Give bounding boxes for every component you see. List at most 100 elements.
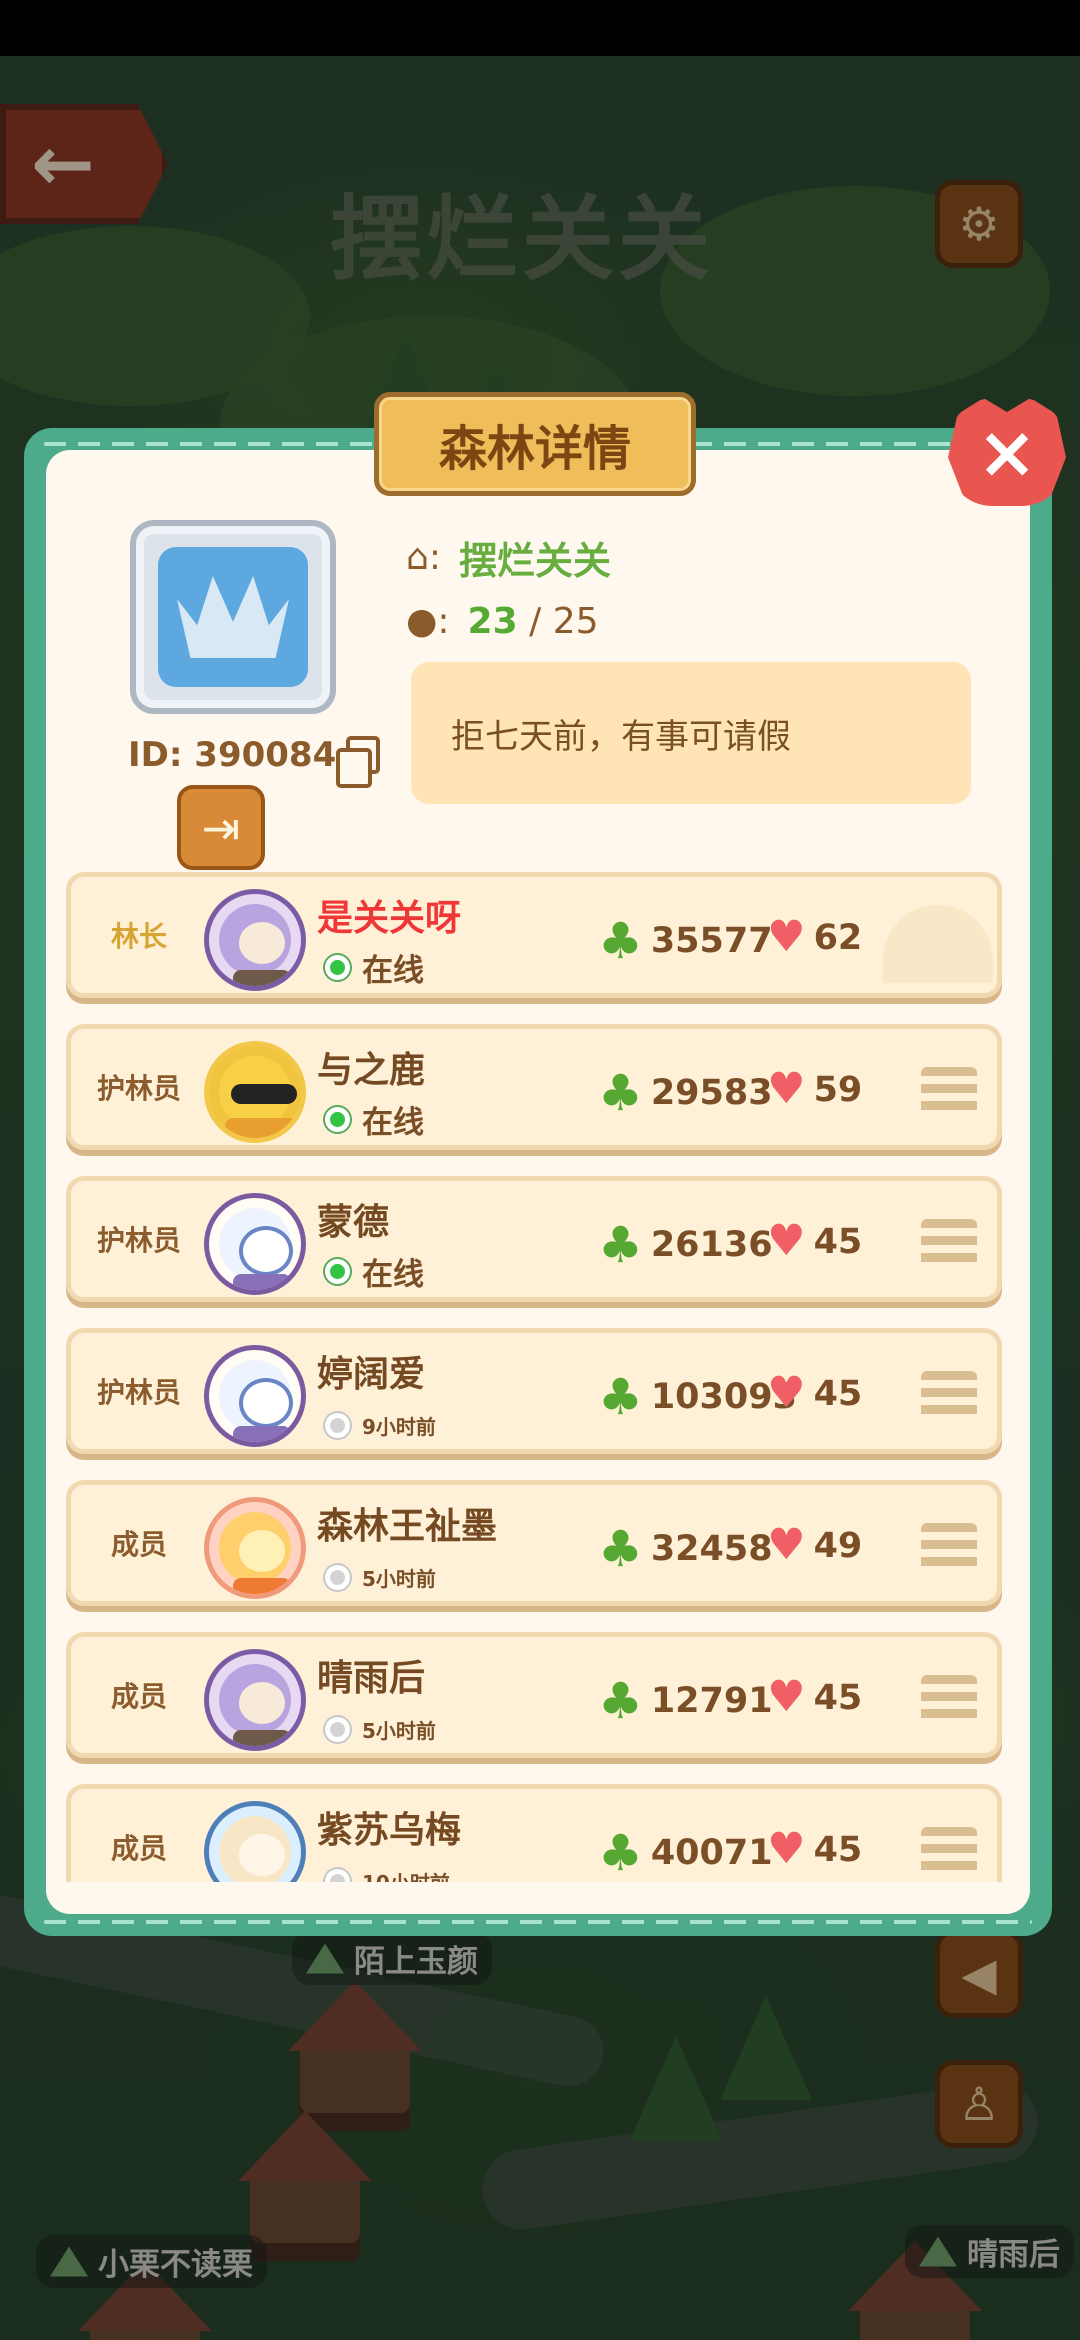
avatar (204, 1497, 306, 1599)
member-row[interactable]: 护林员 与之鹿 在线 ♣ 29583 ♥ 59 (66, 1024, 1002, 1150)
clover-icon: ♣ (598, 1216, 643, 1274)
avatar (204, 1345, 306, 1447)
heart-paper-plane-icon: ♥ (767, 1064, 806, 1114)
avatar-image (219, 904, 291, 986)
crown-emblem (158, 547, 308, 687)
avatar (204, 1801, 306, 1882)
member-count: 23 / 25 (467, 601, 599, 642)
member-menu-button[interactable] (921, 1523, 977, 1571)
member-role: 护林员 (96, 1072, 181, 1105)
exit-icon: ⇥ (201, 800, 241, 855)
member-role: 护林员 (96, 1224, 181, 1257)
member-status: 在线 (325, 1249, 424, 1294)
status-bar (0, 0, 1080, 56)
avatar-image (219, 1664, 291, 1746)
avatar-image (219, 1360, 293, 1442)
member-menu-button[interactable] (921, 1827, 977, 1875)
member-list[interactable]: 林长 是关关呀 在线 ♣ 35577 ♥ 62 护林员 与之鹿 在线 ♣ 29583 … (66, 872, 1002, 1882)
heart-stat: ♥ 45 (767, 1672, 863, 1722)
heart-stat: ♥ 49 (767, 1520, 863, 1570)
heart-paper-plane-icon: ♥ (767, 1824, 806, 1874)
offline-status-icon (325, 1565, 350, 1590)
modal-title: 森林详情 (374, 392, 696, 496)
clover-stat: ♣ 12791 (598, 1672, 773, 1730)
member-name: 是关关呀 (317, 898, 462, 939)
member-status: 在线 (325, 1097, 424, 1142)
avatar-image (219, 1208, 293, 1290)
member-row[interactable]: 成员 森林王祉墨 5小时前 ♣ 32458 ♥ 49 (66, 1480, 1002, 1606)
decorative-chick-icon (883, 905, 993, 983)
heart-stat: ♥ 45 (767, 1824, 863, 1874)
member-menu-button[interactable] (921, 1219, 977, 1267)
member-role: 林长 (110, 920, 167, 953)
member-menu-button[interactable] (921, 1067, 977, 1115)
member-row[interactable]: 成员 晴雨后 5小时前 ♣ 12791 ♥ 45 (66, 1632, 1002, 1758)
member-row[interactable]: 林长 是关关呀 在线 ♣ 35577 ♥ 62 (66, 872, 1002, 998)
member-role: 护林员 (96, 1376, 181, 1409)
close-button[interactable]: × (948, 398, 1066, 506)
online-status-icon (325, 1107, 350, 1132)
clover-icon: ♣ (598, 1824, 643, 1882)
member-name: 森林王祉墨 (317, 1506, 498, 1547)
member-menu-button[interactable] (921, 1675, 977, 1723)
people-icon: ●: (406, 601, 450, 642)
clover-stat: ♣ 40071 (598, 1824, 773, 1882)
member-row[interactable]: 护林员 蒙德 在线 ♣ 26136 ♥ 45 (66, 1176, 1002, 1302)
clover-icon: ♣ (598, 1672, 643, 1730)
avatar-image (219, 1512, 291, 1594)
clover-icon: ♣ (598, 1368, 643, 1426)
offline-status-icon (325, 1413, 350, 1438)
avatar (204, 1649, 306, 1751)
member-count-row: ●: 23 / 25 (406, 601, 599, 642)
heart-paper-plane-icon: ♥ (767, 1672, 806, 1722)
avatar-image (219, 1056, 301, 1138)
avatar (204, 889, 306, 991)
member-status: 5小时前 (325, 1563, 436, 1592)
online-status-icon (325, 955, 350, 980)
member-status: 5小时前 (325, 1715, 436, 1744)
member-status: 在线 (325, 945, 424, 990)
avatar (204, 1193, 306, 1295)
heart-paper-plane-icon: ♥ (767, 1368, 806, 1418)
heart-stat: ♥ 45 (767, 1216, 863, 1266)
heart-paper-plane-icon: ♥ (767, 1216, 806, 1266)
modal-bottom-dash (44, 1920, 1032, 1924)
clover-stat: ♣ 29583 (598, 1064, 773, 1122)
clover-stat: ♣ 35577 (598, 912, 773, 970)
exit-forest-button[interactable]: ⇥ (177, 785, 265, 870)
member-row[interactable]: 成员 紫苏乌梅 10小时前 ♣40071 ♥45 (66, 1784, 1002, 1882)
forest-id-text: ID: 390084 (128, 735, 337, 775)
heart-paper-plane-icon: ♥ (767, 912, 806, 962)
member-row[interactable]: 护林员 婷阔爱 9小时前 ♣ 103093 ♥ 45 (66, 1328, 1002, 1454)
member-name: 紫苏乌梅 (317, 1810, 462, 1851)
home-icon: ⌂: (406, 537, 441, 578)
heart-paper-plane-icon: ♥ (767, 1520, 806, 1570)
member-status: 10小时前 (325, 1867, 450, 1882)
member-role: 成员 (110, 1680, 167, 1713)
offline-status-icon (325, 1717, 350, 1742)
member-role: 成员 (110, 1832, 167, 1865)
avatar (204, 1041, 306, 1143)
member-name: 婷阔爱 (317, 1354, 426, 1395)
member-name: 与之鹿 (317, 1050, 426, 1091)
member-menu-button[interactable] (921, 1371, 977, 1419)
offline-status-icon (325, 1869, 350, 1882)
copy-icon[interactable] (336, 736, 381, 788)
heart-stat: ♥ 62 (767, 912, 863, 962)
forest-notice: 拒七天前，有事可请假 (411, 662, 971, 804)
close-icon: × (976, 410, 1038, 494)
member-role: 成员 (110, 1528, 167, 1561)
heart-stat: ♥ 59 (767, 1064, 863, 1114)
clover-icon: ♣ (598, 1520, 643, 1578)
heart-stat: ♥ 45 (767, 1368, 863, 1418)
clover-stat: ♣ 26136 (598, 1216, 773, 1274)
forest-name-row: ⌂: 摆烂关关 (406, 530, 611, 585)
clover-icon: ♣ (598, 912, 643, 970)
member-status: 9小时前 (325, 1411, 436, 1440)
member-name: 晴雨后 (317, 1658, 426, 1699)
clover-stat: ♣ 32458 (598, 1520, 773, 1578)
forest-id: ID: 390084 (128, 735, 381, 788)
forest-avatar (130, 520, 336, 714)
online-status-icon (325, 1259, 350, 1284)
forest-name: 摆烂关关 (458, 539, 611, 583)
